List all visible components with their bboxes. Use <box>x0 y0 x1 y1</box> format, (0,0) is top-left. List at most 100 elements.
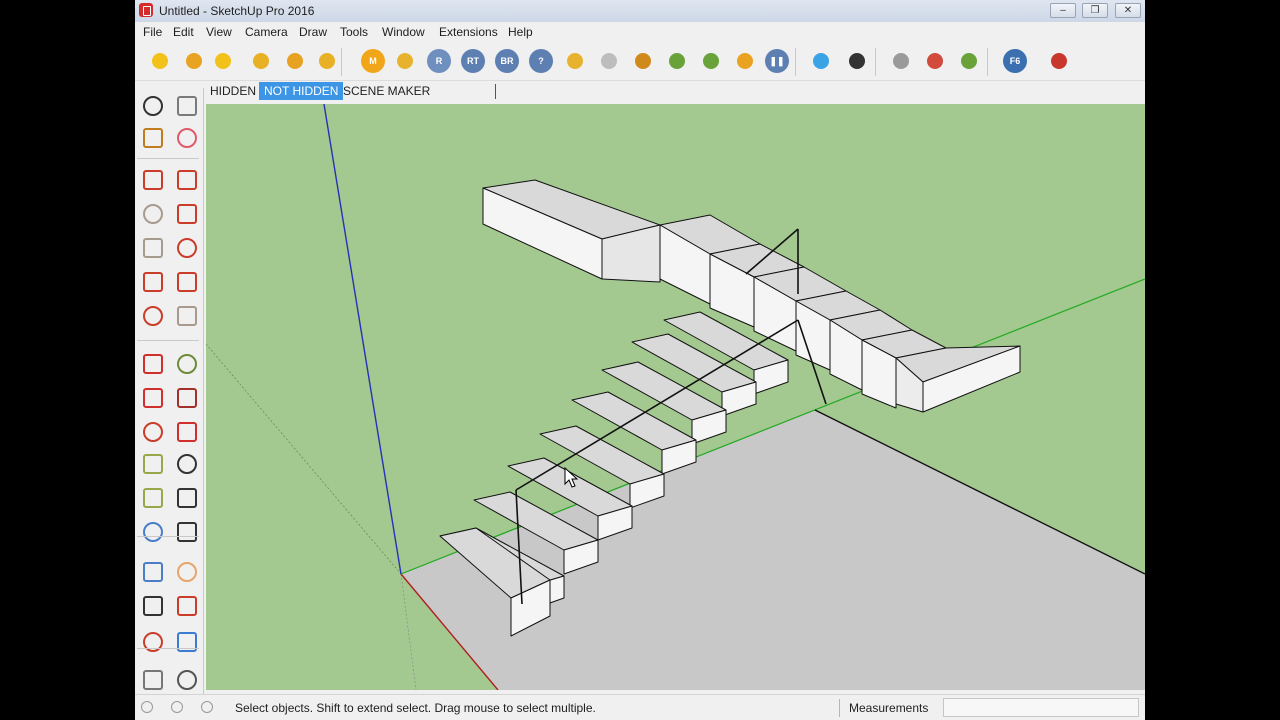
scene-tab-scene-maker[interactable]: SCENE MAKER <box>338 82 435 100</box>
select-arrow-icon[interactable] <box>845 49 869 73</box>
plant-alt-icon[interactable] <box>699 49 723 73</box>
menu-help[interactable]: Help <box>506 25 535 39</box>
pie-icon[interactable] <box>173 302 201 330</box>
three-point-arc-icon[interactable] <box>139 302 167 330</box>
r-icon[interactable]: R <box>427 49 451 73</box>
menu-camera[interactable]: Camera <box>243 25 290 39</box>
credits-icon[interactable] <box>171 701 183 713</box>
tool-separator <box>137 648 199 649</box>
rotated-rectangle-icon[interactable] <box>173 200 201 228</box>
status-text: Select objects. Shift to extend select. … <box>235 701 596 715</box>
disc-icon[interactable] <box>249 49 273 73</box>
zoom-window-icon[interactable] <box>173 592 201 620</box>
zoom-extents-icon[interactable] <box>139 628 167 656</box>
scene-tab-hidden[interactable]: HIDDEN <box>205 82 261 100</box>
menu-view[interactable]: View <box>204 25 234 39</box>
protractor-icon[interactable] <box>139 484 167 512</box>
spark-icon[interactable] <box>631 49 655 73</box>
shell-icon[interactable] <box>889 49 913 73</box>
polygon-icon[interactable] <box>173 234 201 262</box>
tape-measure-icon[interactable] <box>139 450 167 478</box>
help-icon[interactable]: ? <box>529 49 553 73</box>
dimension-icon[interactable] <box>173 450 201 478</box>
close-icon: ✕ <box>1123 5 1133 16</box>
geo-location-icon[interactable] <box>141 701 153 713</box>
wand-icon[interactable] <box>315 49 339 73</box>
toolbar-separator <box>795 48 796 76</box>
measurements-input[interactable] <box>943 698 1139 717</box>
menu-tools[interactable]: Tools <box>338 25 370 39</box>
move-icon[interactable] <box>139 350 167 378</box>
axes-icon[interactable] <box>139 518 167 546</box>
two-point-arc-icon[interactable] <box>173 268 201 296</box>
br-icon[interactable]: BR <box>495 49 519 73</box>
push-pull-icon[interactable] <box>173 350 201 378</box>
f6-icon[interactable]: F6 <box>1003 49 1027 73</box>
target-icon[interactable] <box>733 49 757 73</box>
menu-extensions[interactable]: Extensions <box>437 25 500 39</box>
eraser-icon[interactable] <box>173 124 201 152</box>
tool-separator <box>137 158 199 159</box>
menu-edit[interactable]: Edit <box>171 25 196 39</box>
previous-view-icon[interactable] <box>173 628 201 656</box>
sketchup-window: Untitled - SketchUp Pro 2016 – ❐ ✕ File … <box>135 0 1145 720</box>
close-button[interactable]: ✕ <box>1115 3 1141 18</box>
arc-icon[interactable] <box>139 268 167 296</box>
orbit-icon[interactable] <box>139 558 167 586</box>
position-camera-icon[interactable] <box>139 666 167 694</box>
maximize-icon: ❐ <box>1090 5 1100 16</box>
title-bar: Untitled - SketchUp Pro 2016 – ❐ ✕ <box>135 0 1145 23</box>
tag-edit-icon[interactable] <box>563 49 587 73</box>
zoom-icon[interactable] <box>139 592 167 620</box>
scene-tab-not-hidden[interactable]: NOT HIDDEN <box>259 82 344 100</box>
user-icon[interactable] <box>201 701 213 713</box>
circle-icon[interactable] <box>139 234 167 262</box>
offset-icon[interactable] <box>173 418 201 446</box>
m-icon[interactable]: M <box>361 49 385 73</box>
tag-icon[interactable] <box>211 49 235 73</box>
pencil-icon[interactable] <box>139 166 167 194</box>
menu-window[interactable]: Window <box>380 25 427 39</box>
sphere-icon[interactable] <box>148 49 172 73</box>
measurements-label: Measurements <box>849 701 929 715</box>
book-icon[interactable] <box>1047 49 1071 73</box>
plant-icon[interactable] <box>665 49 689 73</box>
toolbar-separator <box>987 48 988 76</box>
select-tool-icon[interactable] <box>139 92 167 120</box>
menu-file[interactable]: File <box>141 25 164 39</box>
sketchup-logo-icon <box>139 3 153 17</box>
scale-icon[interactable] <box>139 418 167 446</box>
light-icon[interactable] <box>597 49 621 73</box>
maximize-button[interactable]: ❐ <box>1082 3 1108 18</box>
layer-icon[interactable] <box>182 49 206 73</box>
rotate-icon[interactable] <box>139 384 167 412</box>
follow-me-icon[interactable] <box>173 384 201 412</box>
freehand-icon[interactable] <box>173 166 201 194</box>
tag-gear-icon[interactable] <box>393 49 417 73</box>
drawing-viewport[interactable] <box>206 104 1145 690</box>
mesh-icon[interactable] <box>957 49 981 73</box>
component-tool-icon[interactable] <box>173 92 201 120</box>
ball-icon[interactable] <box>283 49 307 73</box>
color-grid-icon[interactable] <box>809 49 833 73</box>
toolbar-separator <box>341 48 342 76</box>
look-around-icon[interactable] <box>173 666 201 694</box>
paint-bucket-icon[interactable] <box>139 124 167 152</box>
large-tool-set <box>135 88 204 694</box>
rt-icon[interactable]: RT <box>461 49 485 73</box>
model-canvas[interactable] <box>206 104 1145 690</box>
status-divider <box>839 699 840 717</box>
pause-icon[interactable]: ❚❚ <box>765 49 789 73</box>
rectangle-icon[interactable] <box>139 200 167 228</box>
text-icon[interactable] <box>173 484 201 512</box>
menu-draw[interactable]: Draw <box>297 25 329 39</box>
pan-icon[interactable] <box>173 558 201 586</box>
window-title: Untitled - SketchUp Pro 2016 <box>159 4 315 18</box>
minimize-icon: – <box>1060 5 1066 16</box>
toolbar: M R RT BR? ❚❚ F6 <box>135 42 1145 81</box>
toolbar-separator <box>875 48 876 76</box>
magnet-icon[interactable] <box>923 49 947 73</box>
status-bar: Select objects. Shift to extend select. … <box>135 694 1145 720</box>
3d-text-icon[interactable] <box>173 518 201 546</box>
minimize-button[interactable]: – <box>1050 3 1076 18</box>
